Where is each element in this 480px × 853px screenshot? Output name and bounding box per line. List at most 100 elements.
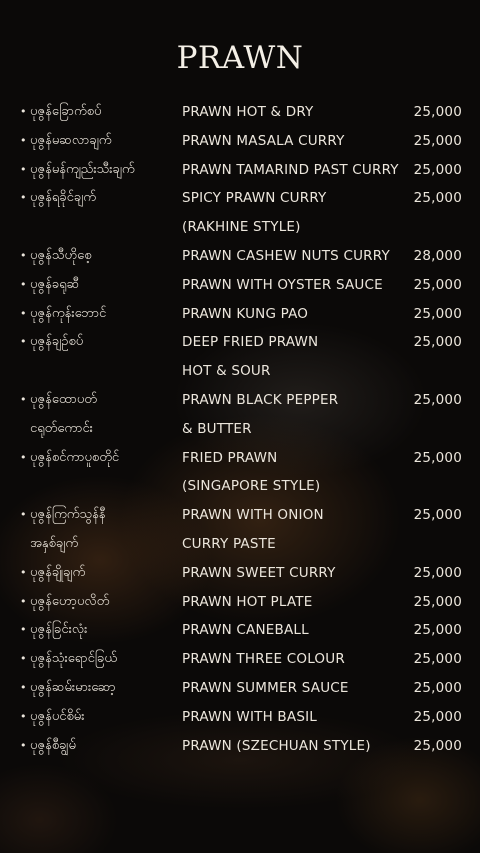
menu-list: • ပုဇွန်ခြောက်စပ် PRAWN HOT & DRY 25,000 • ပု… [0, 98, 480, 760]
menu-item-price: 25,000 [413, 104, 462, 120]
menu-item-bullet: • [20, 162, 27, 176]
menu-item-row: • ပုဇွန်ခြင်းလုံး PRAWN CANEBALL 25,000 [0, 616, 480, 645]
menu-item-row: အနှစ်ချက် CURRY PASTE [0, 530, 480, 559]
menu-item-english-name: FRIED PRAWN [182, 449, 278, 466]
menu-item-row: • ပုဇွန်ဟော့ပလိတ် PRAWN HOT PLATE 25,000 [0, 588, 480, 617]
menu-item-english-name: PRAWN CANEBALL [182, 622, 309, 639]
menu-item-burmese-name: ပုဇွန်စင်ကာပူစတိုင် [30, 449, 120, 465]
menu-item-english-name: & BUTTER [182, 420, 252, 437]
menu-page: PRAWN • ပုဇွန်ခြောက်စပ် PRAWN HOT & DRY 25,… [0, 0, 480, 853]
menu-item-english-name: PRAWN WITH ONION [182, 507, 324, 524]
menu-item-english-name: PRAWN TAMARIND PAST CURRY [182, 161, 399, 178]
menu-item-bullet: • [20, 680, 27, 694]
menu-item-row: • ပုဇွန်စင်ကာပူစတိုင် FRIED PRAWN 25,000 [0, 444, 480, 473]
menu-item-row: • ပုဇွန်ခရုဆီ PRAWN WITH OYSTER SAUCE 25,00… [0, 271, 480, 300]
page-title: PRAWN [176, 40, 304, 76]
menu-item-row: • ပုဇွန်သီဟိုစေ့ PRAWN CASHEW NUTS CURRY 28… [0, 242, 480, 271]
menu-item-price: 25,000 [413, 161, 462, 178]
menu-item-bullet: • [20, 392, 27, 406]
menu-item-burmese-name: ပုဇွန်ထောပတ် [30, 391, 97, 407]
menu-item-price: 25,000 [413, 507, 462, 524]
menu-item-english-name: PRAWN WITH OYSTER SAUCE [182, 276, 383, 293]
menu-item-price: 25,000 [413, 391, 462, 408]
menu-item-bullet: • [20, 248, 27, 262]
menu-item-burmese-name: ပုဇွန်ဆမ်းမားဆော့ [30, 679, 116, 695]
menu-item-english-name: PRAWN SWEET CURRY [182, 564, 336, 581]
menu-item-row: • ပုဇွန်ခြောက်စပ် PRAWN HOT & DRY 25,000 [0, 98, 480, 127]
menu-item-row: ငရုတ်ကောင်း & BUTTER [0, 415, 480, 444]
menu-item-burmese-name: ငရုတ်ကောင်း [30, 420, 93, 436]
menu-item-burmese-name: ပုဇွန်ကြက်သွန်နီ [30, 507, 106, 523]
menu-item-burmese-name: ပုဇွန်ချဉ်စပ် [30, 334, 84, 350]
menu-item-burmese-name: ပုဇွန်ကုန်းဘောင် [30, 305, 107, 321]
menu-item-burmese-name: ပုဇွန်သုံးရောင်ခြယ် [30, 651, 117, 667]
menu-item-bullet: • [20, 133, 27, 147]
menu-item-english-name: PRAWN MASALA CURRY [182, 132, 345, 149]
menu-item-bullet: • [20, 594, 27, 608]
menu-item-price: 25,000 [413, 132, 462, 149]
menu-item-burmese-name: ပုဇွန်ခြင်းလုံး [30, 622, 88, 638]
menu-item-burmese-name: ပုဇွန်မန်ကျည်းသီးချက် [30, 161, 135, 177]
menu-item-english-name: SPICY PRAWN CURRY [182, 190, 327, 207]
menu-item-price: 25,000 [413, 449, 462, 466]
menu-item-bullet: • [20, 450, 27, 464]
menu-item-burmese-name: ပုဇွန်ခြောက်စပ် [30, 104, 102, 119]
menu-item-english-name: PRAWN KUNG PAO [182, 305, 309, 322]
menu-item-bullet: • [20, 191, 27, 205]
menu-item-bullet: • [20, 709, 27, 723]
menu-item-english-name: DEEP FRIED PRAWN [182, 334, 319, 351]
menu-item-row: • ပုဇွန်မဆလာချက် PRAWN MASALA CURRY 25,000 [0, 127, 480, 156]
menu-item-bullet: • [20, 306, 27, 320]
menu-item-price: 25,000 [413, 593, 462, 610]
menu-item-burmese-name: ပုဇွန်ပင်စိမ်း [30, 708, 85, 724]
menu-item-row: (RAKHINE STYLE) [0, 213, 480, 242]
menu-item-english-name: PRAWN BLACK PEPPER [182, 391, 339, 408]
menu-item-row: HOT & SOUR [0, 357, 480, 386]
menu-item-bullet: • [20, 623, 27, 637]
menu-item-burmese-name: အနှစ်ချက် [30, 535, 79, 551]
menu-item-price: 25,000 [413, 622, 462, 639]
menu-item-price: 25,000 [413, 651, 462, 668]
menu-item-row: • ပုဇွန်ကြက်သွန်နီ PRAWN WITH ONION 25,000 [0, 501, 480, 530]
menu-item-row: • ပုဇွန်ရခိုင်ချက် SPICY PRAWN CURRY 25,000 [0, 184, 480, 213]
menu-item-row: • ပုဇွန်ချဉ်စပ် DEEP FRIED PRAWN 25,000 [0, 328, 480, 357]
menu-item-row: • ပုဇွန်ပင်စိမ်း PRAWN WITH BASIL 25,000 [0, 703, 480, 732]
menu-item-bullet: • [20, 738, 27, 752]
menu-item-row: • ပုဇွန်ဆမ်းမားဆော့ PRAWN SUMMER SAUCE 25,0… [0, 674, 480, 703]
menu-item-price: 25,000 [413, 679, 462, 696]
menu-item-burmese-name: ပုဇွန်စီချွမ် [30, 737, 76, 753]
menu-item-bullet: • [20, 652, 27, 666]
menu-item-price: 25,000 [413, 305, 462, 322]
menu-item-bullet: • [20, 565, 27, 579]
menu-item-burmese-name: ပုဇွန်ဟော့ပလိတ် [30, 593, 110, 609]
menu-item-bullet: • [20, 508, 27, 522]
menu-item-burmese-name: ပုဇွန်မဆလာချက် [30, 132, 112, 148]
menu-item-english-name: PRAWN CASHEW NUTS CURRY [182, 247, 390, 264]
menu-item-price: 25,000 [413, 708, 462, 725]
menu-item-english-name: (SINGAPORE STYLE) [182, 478, 321, 495]
menu-item-english-name: PRAWN HOT & DRY [182, 104, 314, 120]
menu-item-english-name: PRAWN HOT PLATE [182, 593, 313, 610]
menu-item-price: 25,000 [413, 276, 462, 293]
menu-item-burmese-name: ပုဇွန်သီဟိုစေ့ [30, 247, 92, 263]
menu-item-price: 25,000 [413, 737, 462, 754]
menu-item-price: 28,000 [413, 247, 462, 264]
menu-item-row: • ပုဇွန်ချိုချက် PRAWN SWEET CURRY 25,000 [0, 559, 480, 588]
menu-item-english-name: PRAWN (SZECHUAN STYLE) [182, 737, 371, 754]
menu-item-english-name: PRAWN WITH BASIL [182, 708, 317, 725]
menu-item-english-name: HOT & SOUR [182, 363, 271, 380]
menu-item-price: 25,000 [413, 334, 462, 351]
menu-item-english-name: PRAWN THREE COLOUR [182, 651, 345, 668]
menu-item-bullet: • [20, 335, 27, 349]
menu-item-row: • ပုဇွန်ကုန်းဘောင် PRAWN KUNG PAO 25,000 [0, 300, 480, 329]
menu-item-price: 25,000 [413, 190, 462, 207]
menu-item-burmese-name: ပုဇွန်ချိုချက် [30, 564, 86, 580]
menu-item-row: • ပုဇွန်ထောပတ် PRAWN BLACK PEPPER 25,000 [0, 386, 480, 415]
menu-item-english-name: CURRY PASTE [182, 535, 276, 552]
menu-item-burmese-name: ပုဇွန်ခရုဆီ [30, 276, 80, 292]
menu-item-row: • ပုဇွန်မန်ကျည်းသီးချက် PRAWN TAMARIND PAS… [0, 156, 480, 185]
menu-item-bullet: • [20, 277, 27, 291]
menu-item-english-name: (RAKHINE STYLE) [182, 219, 301, 236]
menu-item-burmese-name: ပုဇွန်ရခိုင်ချက် [30, 190, 96, 206]
menu-item-price: 25,000 [413, 564, 462, 581]
